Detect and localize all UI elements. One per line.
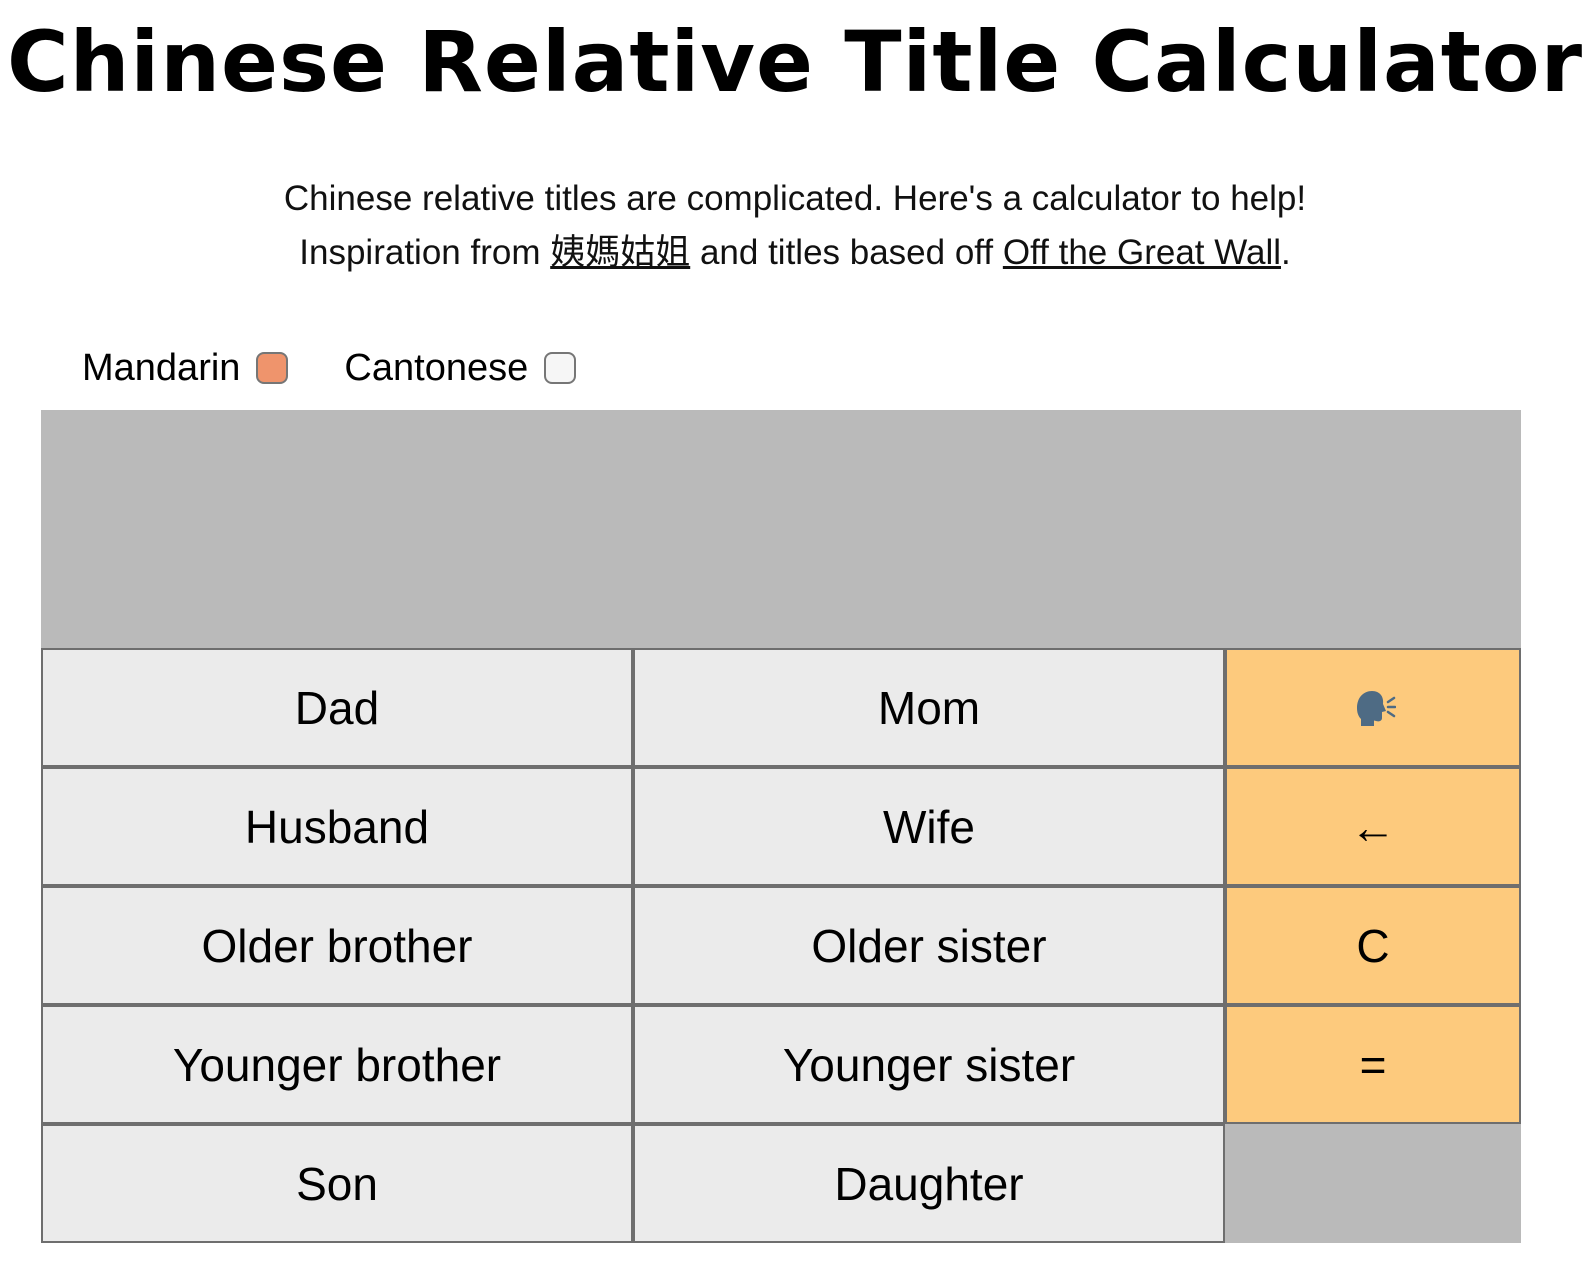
source-link[interactable]: Off the Great Wall	[1003, 233, 1281, 272]
son-button[interactable]: Son	[41, 1124, 633, 1243]
empty-cell	[1225, 1124, 1521, 1243]
cantonese-option[interactable]: Cantonese	[344, 346, 577, 390]
language-selector: Mandarin Cantonese	[82, 340, 577, 396]
wife-button[interactable]: Wife	[633, 767, 1225, 886]
backspace-button[interactable]: ←	[1225, 767, 1521, 886]
mom-button[interactable]: Mom	[633, 648, 1225, 767]
mandarin-label: Mandarin	[82, 346, 241, 389]
older-sister-button[interactable]: Older sister	[633, 886, 1225, 1005]
mandarin-option[interactable]: Mandarin	[82, 346, 289, 390]
older-brother-button[interactable]: Older brother	[41, 886, 633, 1005]
calculator: Dad Mom Husband Wife ← Older brother Old…	[41, 410, 1521, 1243]
page-title: Chinese Relative Title Calculator	[6, 13, 1583, 111]
younger-brother-button[interactable]: Younger brother	[41, 1005, 633, 1124]
younger-sister-button[interactable]: Younger sister	[633, 1005, 1225, 1124]
husband-button[interactable]: Husband	[41, 767, 633, 886]
intro-line-2: Inspiration from 姨媽姑姐 and titles based o…	[0, 226, 1590, 280]
intro-line-2-suffix: .	[1281, 233, 1291, 272]
inspiration-link[interactable]: 姨媽姑姐	[550, 233, 690, 272]
mandarin-checkbox[interactable]	[256, 352, 289, 384]
speaking-head-icon	[1357, 690, 1396, 726]
dad-button[interactable]: Dad	[41, 648, 633, 767]
equals-button[interactable]: =	[1225, 1005, 1521, 1124]
calculator-display	[41, 410, 1521, 648]
intro-line-1: Chinese relative titles are complicated.…	[283, 179, 1307, 218]
clear-button[interactable]: C	[1225, 886, 1521, 1005]
intro-line-2-prefix: Inspiration from	[299, 233, 551, 272]
intro-line-2-middle: and titles based off	[690, 233, 1003, 272]
cantonese-checkbox[interactable]	[544, 352, 577, 384]
speak-button[interactable]	[1225, 648, 1521, 767]
intro-text: Chinese relative titles are complicated.…	[0, 172, 1590, 280]
keypad: Dad Mom Husband Wife ← Older brother Old…	[41, 648, 1521, 1243]
daughter-button[interactable]: Daughter	[633, 1124, 1225, 1243]
cantonese-label: Cantonese	[344, 346, 529, 389]
